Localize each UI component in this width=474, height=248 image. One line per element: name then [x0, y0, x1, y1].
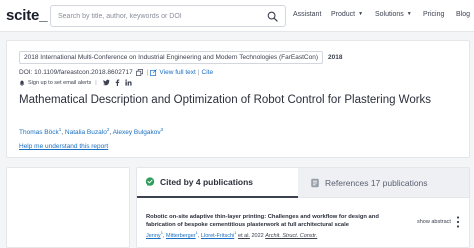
- facebook-icon[interactable]: [114, 79, 121, 86]
- nav-product[interactable]: Product ▼: [331, 11, 363, 18]
- author-link[interactable]: Alexey Bulgakov3: [113, 127, 164, 136]
- doi-row: DOI: 10.1109/fareastcon.2018.8602717 | V…: [19, 69, 213, 76]
- chevron-down-icon: ▼: [406, 11, 412, 17]
- paper-card: 2018 International Multi-Conference on I…: [6, 40, 470, 158]
- citing-journal[interactable]: Archit. Struct. Constr.: [265, 233, 317, 239]
- citing-paper-authors: Jenny1, Mitterberger1, Lloret-Fritschi1 …: [146, 230, 318, 239]
- author-link[interactable]: Lloret-Fritschi: [201, 233, 234, 239]
- search-icon[interactable]: [267, 11, 278, 22]
- view-full-text-link[interactable]: View full text: [159, 69, 195, 76]
- citing-paper-title[interactable]: Robotic on-site adaptive thin-layer prin…: [146, 214, 404, 229]
- search-box[interactable]: [50, 5, 286, 27]
- citations-panel: Cited by 4 publications References 17 pu…: [136, 167, 470, 248]
- tab-cited-by-label: Cited by 4 publications: [160, 177, 254, 187]
- nav-pricing[interactable]: Pricing: [423, 11, 444, 18]
- nav-solutions[interactable]: Solutions ▼: [375, 11, 412, 18]
- twitter-icon[interactable]: [102, 79, 110, 86]
- separator: |: [197, 69, 200, 76]
- chat-bubble-icon: [145, 177, 155, 186]
- et-al[interactable]: et al.: [238, 233, 250, 239]
- separator: |: [146, 69, 149, 76]
- search-input[interactable]: [58, 10, 258, 23]
- external-link-icon: [150, 69, 158, 76]
- venue-badge[interactable]: 2018 International Multi-Conference on I…: [19, 51, 323, 64]
- publication-year: 2018: [328, 54, 343, 61]
- chevron-down-icon: ▼: [358, 11, 364, 17]
- document-icon: [311, 178, 319, 187]
- separator: |: [95, 79, 97, 86]
- author-link[interactable]: Mitterberger: [166, 233, 196, 239]
- linkedin-icon[interactable]: [125, 79, 132, 86]
- copy-icon[interactable]: [135, 69, 143, 76]
- author-list: Thomas Böck1, Natalia Buzalo2, Alexey Bu…: [19, 127, 164, 137]
- alert-row: Sign up to set email alerts |: [19, 79, 132, 86]
- top-navbar: scite_ Assistant Product▼ Solutions▼ Pri…: [0, 0, 474, 32]
- author-link[interactable]: Thomas Böck1: [19, 127, 61, 136]
- more-options-icon[interactable]: [455, 215, 461, 229]
- doi-text: DOI: 10.1109/fareastcon.2018.8602717: [19, 69, 133, 76]
- tab-references-label: References 17 publications: [325, 177, 428, 188]
- author-link[interactable]: Natalia Buzalo2: [65, 127, 109, 136]
- show-abstract-button[interactable]: show abstract: [417, 219, 451, 225]
- scite-logo[interactable]: scite_: [6, 7, 48, 24]
- nav-blog[interactable]: Blog: [456, 11, 470, 18]
- paper-title: Mathematical Description and Optimizatio…: [19, 94, 432, 106]
- cite-link[interactable]: Cite: [202, 69, 214, 76]
- side-panel: [6, 167, 130, 248]
- tab-references[interactable]: References 17 publications: [298, 168, 469, 198]
- citing-year: 2022: [251, 232, 264, 239]
- tab-cited-by[interactable]: Cited by 4 publications: [137, 168, 298, 198]
- email-alert-text[interactable]: Sign up to set email alerts: [28, 80, 91, 86]
- nav-assistant[interactable]: Assistant: [293, 11, 321, 18]
- help-understand-link[interactable]: Help me understand this report: [19, 143, 108, 150]
- author-link[interactable]: Jenny: [146, 233, 161, 239]
- venue-row: 2018 International Multi-Conference on I…: [19, 51, 342, 64]
- bell-icon[interactable]: [19, 80, 25, 86]
